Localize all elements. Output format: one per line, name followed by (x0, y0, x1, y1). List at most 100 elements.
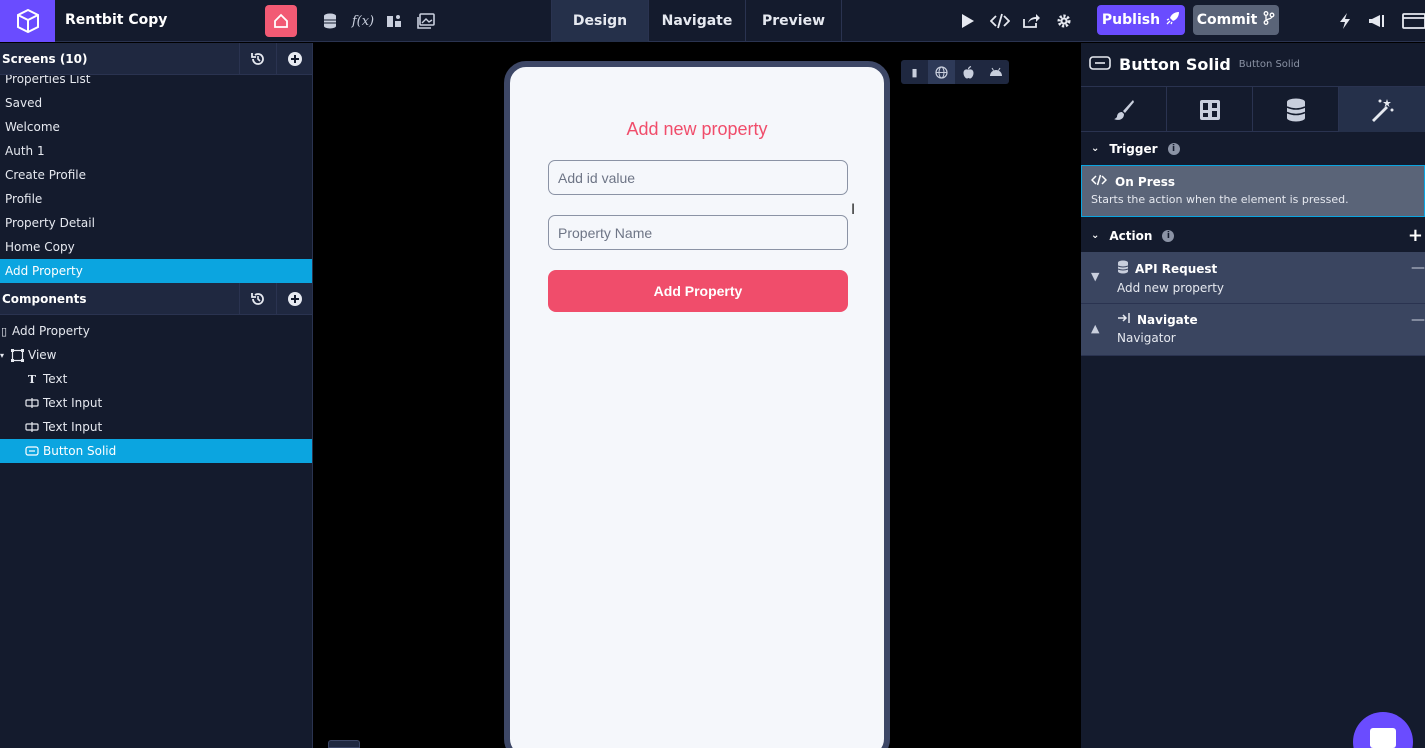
commit-button[interactable]: Commit (1193, 5, 1279, 35)
layout-icon[interactable] (1167, 87, 1253, 132)
trigger-card[interactable]: On Press Starts the action when the elem… (1081, 165, 1425, 217)
chevron-down-icon[interactable]: ⌄ (1091, 230, 1099, 241)
property-name-input-field[interactable]: Property Name (548, 215, 848, 250)
inspector-panel: Button Solid Button Solid ⌄ Trigger i On… (1081, 43, 1425, 748)
design-canvas[interactable]: Add new property Add id value Property N… (314, 43, 1081, 748)
history-icon (251, 53, 264, 65)
database-icon (1117, 260, 1129, 277)
remove-action-icon[interactable]: — (1411, 260, 1425, 276)
android-icon[interactable] (982, 60, 1009, 84)
components-history-button[interactable] (239, 283, 276, 315)
action-title: Navigate (1137, 312, 1198, 327)
interaction-magic-wand-icon[interactable] (1339, 87, 1425, 132)
tree-item[interactable]: ▯ Add Property (0, 319, 312, 343)
top-bar: Rentbit Copy f(x) Design Navigate Previe… (0, 0, 1425, 42)
tree-item-label: View (28, 348, 57, 362)
window-icon[interactable] (1401, 11, 1425, 31)
web-globe-icon[interactable] (928, 60, 955, 84)
button-icon (25, 446, 39, 456)
text-input-icon (25, 421, 39, 433)
assets-icon[interactable] (384, 11, 404, 31)
screens-header: Screens (10) (0, 43, 312, 75)
screen-item-selected[interactable]: Add Property (0, 259, 312, 283)
announcement-icon[interactable] (1366, 11, 1388, 31)
trigger-name: On Press (1115, 174, 1176, 189)
screen-item[interactable]: Profile (0, 187, 312, 211)
lightning-icon[interactable] (1335, 11, 1355, 31)
screen-item[interactable]: Property Detail (0, 211, 312, 235)
home-icon (274, 13, 288, 28)
trigger-header-label: Trigger (1109, 141, 1158, 156)
tree-item-selected[interactable]: Button Solid (0, 439, 312, 463)
media-icon[interactable] (416, 11, 436, 31)
action-section-header[interactable]: ⌄ Action i + (1081, 219, 1425, 252)
screen-item[interactable]: Auth 1 (0, 139, 312, 163)
action-subtitle: Add new property (1117, 281, 1225, 295)
tree-item[interactable]: Text Input (0, 415, 312, 439)
tab-preview[interactable]: Preview (745, 0, 842, 42)
play-icon[interactable] (957, 11, 977, 31)
database-icon[interactable] (320, 11, 340, 31)
tree-item-label: Text Input (43, 420, 103, 434)
components-title: Components (2, 291, 87, 306)
screens-list: Properties List Saved Welcome Auth 1 Cre… (0, 75, 312, 283)
chat-icon (1370, 728, 1396, 748)
screen-item[interactable]: Welcome (0, 115, 312, 139)
action-title: API Request (1135, 261, 1218, 276)
move-up-arrow-icon[interactable]: ▲ (1091, 322, 1099, 335)
remove-action-icon[interactable]: — (1411, 312, 1425, 328)
tree-item[interactable]: ▾ View (0, 343, 312, 367)
screen-heading[interactable]: Add new property (510, 119, 884, 140)
chevron-down-icon[interactable]: ⌄ (1091, 143, 1099, 154)
component-header: Button Solid Button Solid (1081, 43, 1425, 87)
apple-icon[interactable] (955, 60, 982, 84)
navigate-arrow-icon (1117, 312, 1131, 327)
screens-title: Screens (10) (2, 51, 88, 66)
data-database-icon[interactable] (1253, 87, 1339, 132)
style-brush-icon[interactable] (1081, 87, 1167, 132)
code-icon[interactable] (989, 11, 1011, 31)
settings-gear-icon[interactable] (1054, 11, 1074, 31)
action-item[interactable]: ▲ Navigate Navigator — (1081, 304, 1425, 356)
screen-icon: ▯ (0, 324, 8, 338)
tree-item-label: Add Property (12, 324, 90, 338)
add-action-plus-icon[interactable]: + (1408, 225, 1423, 246)
app-title: Rentbit Copy (65, 12, 168, 28)
component-type: Button Solid (1238, 59, 1300, 70)
screen-item[interactable]: Saved (0, 91, 312, 115)
screen-item[interactable]: Properties List (0, 75, 312, 91)
screens-history-button[interactable] (239, 43, 276, 75)
add-screen-button[interactable] (276, 43, 313, 75)
id-input-field[interactable]: Add id value (548, 160, 848, 195)
branch-icon (1263, 11, 1275, 29)
logo-icon[interactable] (0, 0, 55, 42)
home-button[interactable] (265, 5, 297, 37)
chevron-down-icon[interactable]: ▾ (0, 351, 10, 360)
text-cursor-icon: I (851, 202, 856, 218)
add-component-button[interactable] (276, 283, 313, 315)
platform-switcher: ▮ (901, 60, 1009, 84)
share-icon[interactable] (1021, 11, 1041, 31)
text-input-icon (25, 397, 39, 409)
info-icon[interactable]: i (1162, 229, 1175, 242)
publish-button[interactable]: Publish (1097, 5, 1185, 35)
function-icon[interactable]: f(x) (351, 11, 375, 31)
screen-item[interactable]: Create Profile (0, 163, 312, 187)
tab-design[interactable]: Design (551, 0, 648, 42)
action-item[interactable]: ▼ API Request Add new property — (1081, 252, 1425, 304)
component-name: Button Solid (1119, 55, 1231, 74)
move-down-arrow-icon[interactable]: ▼ (1091, 270, 1099, 283)
view-icon (10, 348, 24, 362)
minimap-toggle[interactable] (328, 740, 360, 748)
trigger-section-header[interactable]: ⌄ Trigger i (1081, 132, 1425, 165)
add-property-button[interactable]: Add Property (548, 270, 848, 312)
left-panel: Screens (10) Properties List Saved Welco… (0, 43, 313, 748)
screen-item[interactable]: Home Copy (0, 235, 312, 259)
chat-support-button[interactable] (1353, 712, 1413, 748)
info-icon[interactable]: i (1167, 142, 1180, 155)
mobile-device-icon[interactable]: ▮ (901, 60, 928, 84)
tree-item-label: Text Input (43, 396, 103, 410)
tree-item[interactable]: T Text (0, 367, 312, 391)
tree-item[interactable]: Text Input (0, 391, 312, 415)
tab-navigate[interactable]: Navigate (648, 0, 745, 42)
